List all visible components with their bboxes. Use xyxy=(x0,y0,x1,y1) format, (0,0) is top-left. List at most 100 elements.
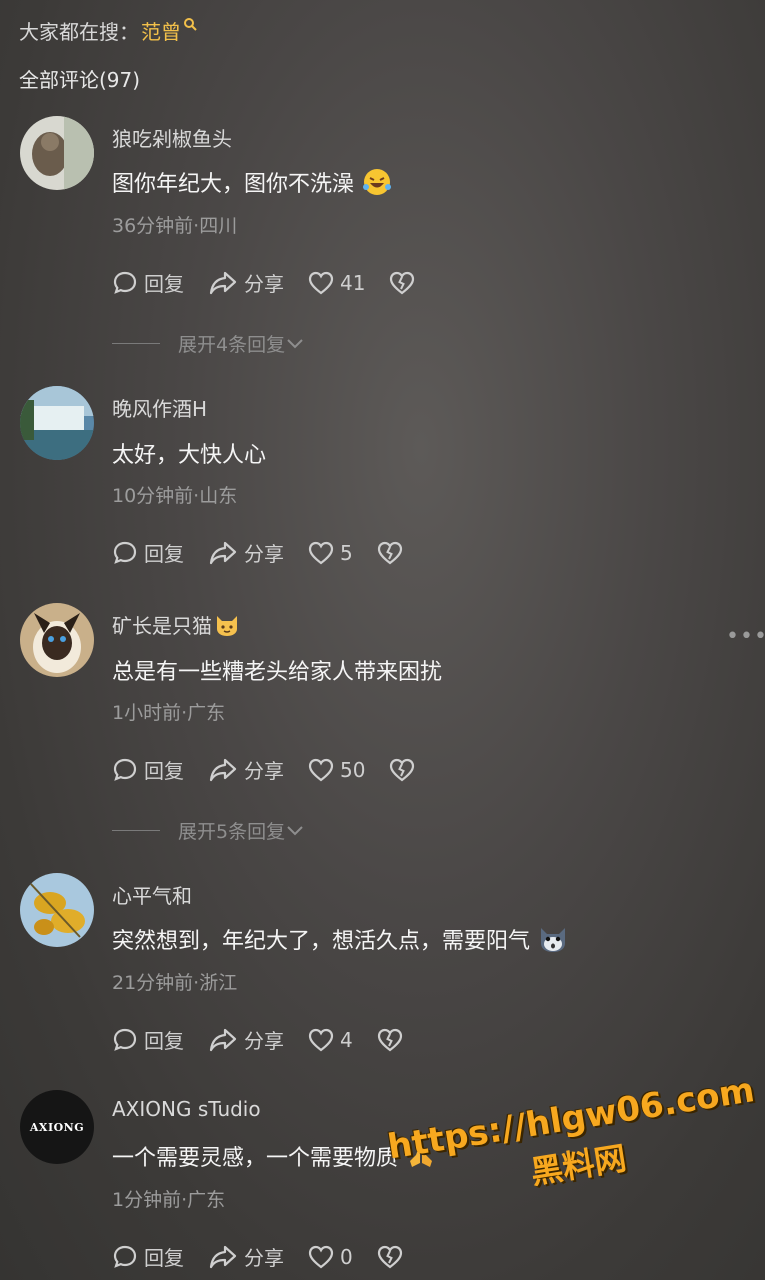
comment-meta: 1分钟前·广东 xyxy=(112,1189,226,1211)
like-button[interactable]: 4 xyxy=(308,1028,353,1052)
trending-search-keyword[interactable]: 范曾 xyxy=(141,16,181,45)
comment-actions: 回复 分享 5 xyxy=(112,538,433,567)
expand-replies-button[interactable]: 展开5条回复 xyxy=(112,817,305,844)
reply-icon xyxy=(113,758,137,781)
comment-text: 图你年纪大，图你不洗澡 xyxy=(112,166,392,198)
comment-username[interactable]: 晚风作酒H xyxy=(112,393,207,422)
heart-icon xyxy=(308,271,334,294)
broken-heart-icon xyxy=(390,758,415,781)
comment-username[interactable]: 心平气和 xyxy=(112,880,192,909)
comment-text: 总是有一些糟老头给家人带来困扰 xyxy=(112,654,442,686)
avatar-logo-text: AXIONG xyxy=(29,1120,85,1134)
broken-heart-icon xyxy=(377,541,402,564)
like-count: 4 xyxy=(340,1027,353,1052)
avatar[interactable] xyxy=(20,386,94,460)
reply-button[interactable]: 回复 xyxy=(112,1025,184,1054)
comment-actions: 回复 分享 50 xyxy=(112,755,445,784)
shocked-cat-emoji xyxy=(541,928,566,952)
reply-button[interactable]: 回复 xyxy=(112,755,184,784)
reply-icon xyxy=(113,1028,137,1051)
comment-text-content: 一个需要灵感，一个需要物质 xyxy=(112,1146,399,1171)
share-button[interactable]: 分享 xyxy=(208,538,284,567)
comments-count: 全部评论(97) xyxy=(19,68,141,92)
chevron-down-icon xyxy=(287,338,303,348)
comment-meta: 36分钟前·四川 xyxy=(112,215,238,237)
expand-replies-label: 展开5条回复 xyxy=(178,821,286,843)
reply-label: 回复 xyxy=(144,1029,184,1053)
like-button[interactable]: 5 xyxy=(308,541,353,565)
share-icon xyxy=(209,758,237,781)
avatar[interactable] xyxy=(20,873,94,947)
heart-icon xyxy=(308,758,334,781)
share-label: 分享 xyxy=(244,542,284,566)
comment-text-content: 图你年纪大，图你不洗澡 xyxy=(112,172,355,197)
trending-search-label: 大家都在搜： xyxy=(19,20,139,44)
avatar[interactable]: AXIONG xyxy=(20,1090,94,1164)
like-count: 0 xyxy=(340,1244,353,1269)
comment-text: 太好，大快人心 xyxy=(112,437,266,469)
reply-label: 回复 xyxy=(144,542,184,566)
divider xyxy=(112,343,160,344)
broken-heart-icon xyxy=(377,1028,402,1051)
share-label: 分享 xyxy=(244,1029,284,1053)
reply-icon xyxy=(113,271,137,294)
heart-icon xyxy=(308,1245,334,1268)
comment-text: 突然想到，年纪大了，想活久点，需要阳气 xyxy=(112,923,568,955)
dislike-button[interactable] xyxy=(389,758,421,782)
reply-label: 回复 xyxy=(144,759,184,783)
dislike-button[interactable] xyxy=(377,1245,409,1269)
comment-actions: 回复 分享 41 xyxy=(112,268,445,297)
laughing-crying-emoji xyxy=(363,169,392,195)
like-button[interactable]: 0 xyxy=(308,1245,353,1269)
comment-username[interactable]: 狼吃剁椒鱼头 xyxy=(112,123,232,152)
dislike-button[interactable] xyxy=(389,271,421,295)
comment-meta: 10分钟前·山东 xyxy=(112,485,238,507)
avatar[interactable] xyxy=(20,116,94,190)
trending-search[interactable]: 大家都在搜： 范曾 xyxy=(19,16,197,45)
share-button[interactable]: 分享 xyxy=(208,268,284,297)
share-icon xyxy=(209,271,237,294)
reply-icon xyxy=(113,541,137,564)
share-label: 分享 xyxy=(244,1246,284,1270)
share-label: 分享 xyxy=(244,272,284,296)
reply-button[interactable]: 回复 xyxy=(112,268,184,297)
comment-username[interactable]: AXIONG sTudio xyxy=(112,1097,261,1121)
comment-text-content: 太好，大快人心 xyxy=(112,443,267,468)
reply-label: 回复 xyxy=(144,1246,184,1270)
share-button[interactable]: 分享 xyxy=(208,1025,284,1054)
reply-button[interactable]: 回复 xyxy=(112,1242,184,1271)
comment-username[interactable]: 矿长是只猫 xyxy=(112,610,240,639)
like-count: 41 xyxy=(340,270,366,295)
expand-replies-button[interactable]: 展开4条回复 xyxy=(112,330,305,357)
broken-heart-icon xyxy=(377,1245,402,1268)
share-button[interactable]: 分享 xyxy=(208,1242,284,1271)
comment-text-content: 突然想到，年纪大了，想活久点，需要阳气 xyxy=(112,929,531,954)
expand-replies-label: 展开4条回复 xyxy=(178,334,286,356)
reply-button[interactable]: 回复 xyxy=(112,538,184,567)
share-button[interactable]: 分享 xyxy=(208,755,284,784)
share-label: 分享 xyxy=(244,759,284,783)
comment-meta: 21分钟前·浙江 xyxy=(112,972,238,994)
share-icon xyxy=(209,541,237,564)
comment-actions: 回复 分享 0 xyxy=(112,1242,433,1271)
like-button[interactable]: 50 xyxy=(308,758,365,782)
watermark: https://hlgw06.com 黑料网 xyxy=(385,1070,765,1215)
heart-icon xyxy=(308,1028,334,1051)
share-icon xyxy=(209,1028,237,1051)
dislike-button[interactable] xyxy=(377,541,409,565)
search-icon xyxy=(184,17,197,31)
like-count: 50 xyxy=(340,757,366,782)
cat-face-emoji xyxy=(217,615,237,636)
comment-meta: 1小时前·广东 xyxy=(112,702,226,724)
reply-label: 回复 xyxy=(144,272,184,296)
broken-heart-icon xyxy=(390,271,415,294)
chevron-down-icon xyxy=(287,825,303,835)
comment-actions: 回复 分享 4 xyxy=(112,1025,433,1054)
like-count: 5 xyxy=(340,540,353,565)
dislike-button[interactable] xyxy=(377,1028,409,1052)
comment-username-text: 矿长是只猫 xyxy=(112,614,212,638)
heart-icon xyxy=(308,541,334,564)
more-options-icon[interactable]: ••• xyxy=(726,624,765,649)
avatar[interactable] xyxy=(20,603,94,677)
like-button[interactable]: 41 xyxy=(308,271,365,295)
